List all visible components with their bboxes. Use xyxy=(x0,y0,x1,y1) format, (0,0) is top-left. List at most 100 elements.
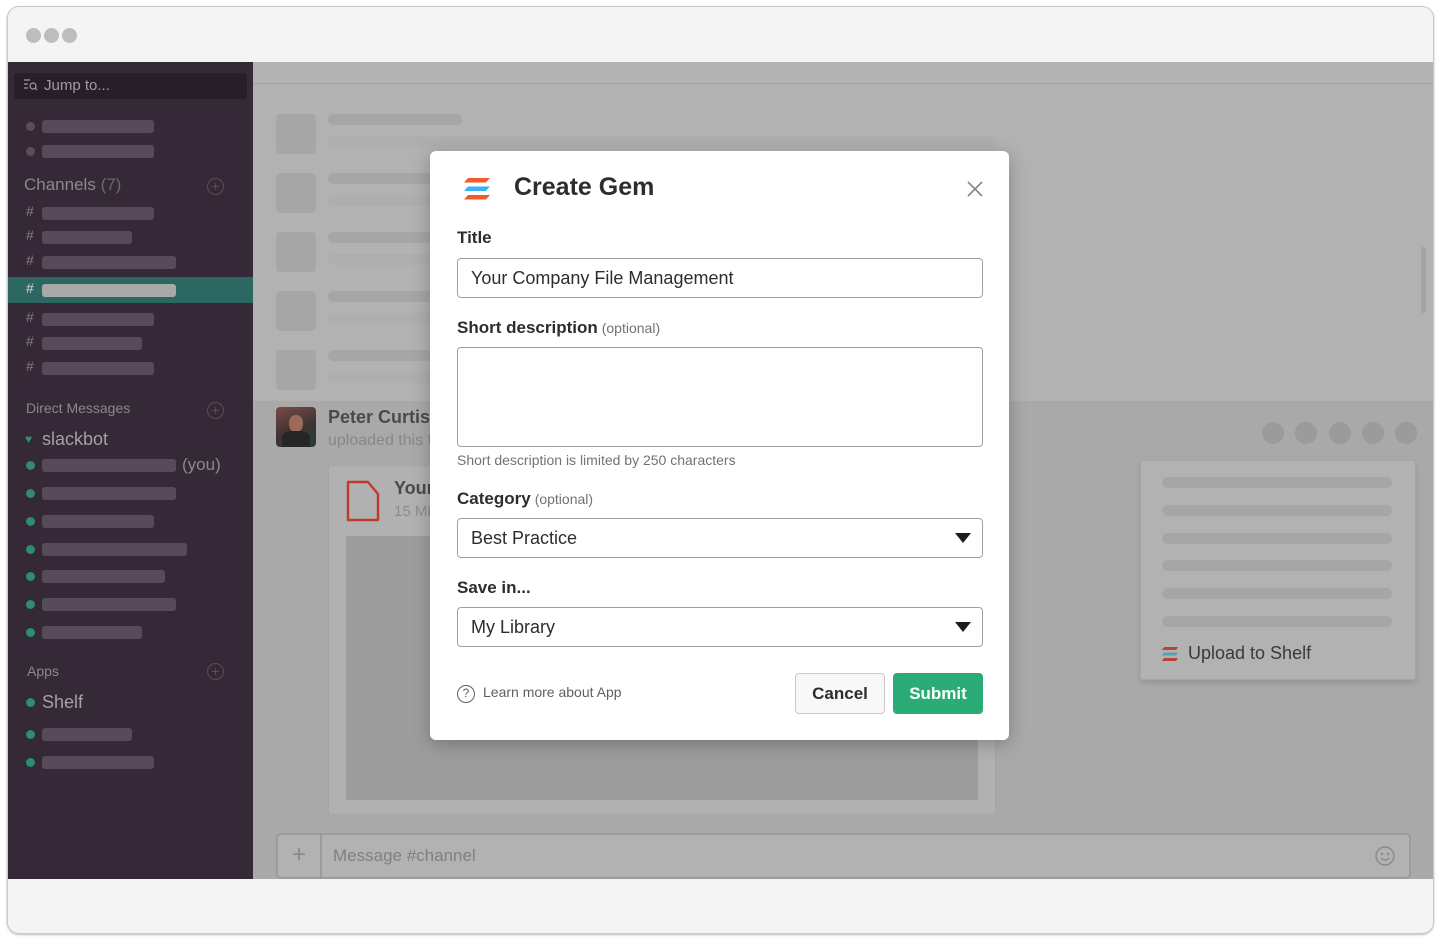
menu-item-placeholder[interactable] xyxy=(1162,533,1392,544)
direct-messages-heading[interactable]: Direct Messages xyxy=(26,400,130,416)
hash-icon: # xyxy=(26,358,34,374)
message-input[interactable]: Message #channel xyxy=(333,835,476,877)
placeholder-bar xyxy=(42,313,154,326)
sidebar-channel[interactable]: # xyxy=(8,225,253,249)
placeholder-bar xyxy=(42,543,187,556)
learn-more-label: Learn more about App xyxy=(483,684,622,700)
menu-item-placeholder[interactable] xyxy=(1162,477,1392,488)
hash-icon: # xyxy=(26,333,34,349)
sidebar-dm[interactable] xyxy=(8,592,253,616)
placeholder-avatar xyxy=(276,232,316,272)
short-description-label: Short description (optional) xyxy=(457,318,660,338)
sidebar-dm[interactable] xyxy=(8,620,253,644)
menu-item-placeholder[interactable] xyxy=(1162,560,1392,571)
placeholder-bar xyxy=(42,728,132,741)
sidebar-item[interactable] xyxy=(8,114,253,138)
short-description-input[interactable] xyxy=(457,347,983,447)
maximize-window-button[interactable] xyxy=(62,28,77,43)
minimize-window-button[interactable] xyxy=(44,28,59,43)
sidebar-channel-active[interactable]: # xyxy=(8,277,253,303)
menu-item-placeholder[interactable] xyxy=(1162,505,1392,516)
sidebar-channel[interactable]: # xyxy=(8,201,253,225)
jump-to-search[interactable]: Jump to... xyxy=(14,73,247,99)
cancel-button[interactable]: Cancel xyxy=(795,673,885,714)
hash-icon: # xyxy=(26,309,34,325)
upload-to-shelf-menu-item[interactable]: Upload to Shelf xyxy=(1162,643,1311,664)
channels-heading[interactable]: Channels (7) xyxy=(24,175,121,195)
short-description-label-text: Short description xyxy=(457,318,598,337)
sidebar-dm[interactable] xyxy=(8,509,253,533)
sidebar-channel[interactable]: # xyxy=(8,356,253,380)
placeholder-avatar xyxy=(276,173,316,213)
title-input[interactable] xyxy=(457,258,983,298)
menu-item-placeholder[interactable] xyxy=(1162,588,1392,599)
learn-more-link[interactable]: ? Learn more about App xyxy=(457,684,622,703)
scrollbar-thumb[interactable] xyxy=(1421,247,1426,313)
presence-dot xyxy=(26,461,35,470)
placeholder-bar xyxy=(42,487,176,500)
sidebar-dm[interactable] xyxy=(8,537,253,561)
presence-dot xyxy=(26,545,35,554)
presence-dot xyxy=(26,572,35,581)
hash-icon: # xyxy=(26,280,34,296)
sidebar-channel[interactable]: # xyxy=(8,307,253,331)
placeholder-bar xyxy=(42,284,176,297)
status-dot xyxy=(26,147,35,156)
add-channel-icon[interactable]: + xyxy=(207,178,224,195)
sidebar-dm-self[interactable]: (you) xyxy=(8,453,253,477)
presence-dot xyxy=(26,517,35,526)
sidebar-dm-slackbot[interactable]: ♥ slackbot xyxy=(8,427,253,451)
sidebar-dm[interactable] xyxy=(8,481,253,505)
title-label: Title xyxy=(457,228,492,247)
placeholder-bar xyxy=(42,337,142,350)
window-footer xyxy=(8,879,1433,933)
category-select[interactable]: Best Practice xyxy=(457,518,983,558)
sidebar-app[interactable] xyxy=(8,750,253,774)
shelf-logo-icon xyxy=(464,178,490,200)
placeholder-bar xyxy=(42,231,132,244)
presence-dot xyxy=(26,730,35,739)
placeholder-bar xyxy=(42,120,154,133)
close-window-button[interactable] xyxy=(26,28,41,43)
attach-plus-icon[interactable]: + xyxy=(278,835,322,877)
sidebar-app[interactable] xyxy=(8,722,253,746)
add-dm-icon[interactable]: + xyxy=(207,402,224,419)
category-selected-value: Best Practice xyxy=(471,528,578,548)
sidebar-channel[interactable]: # xyxy=(8,250,253,274)
caret-down-icon xyxy=(955,622,971,632)
presence-dot xyxy=(26,758,35,767)
help-icon: ? xyxy=(457,685,475,703)
close-icon[interactable] xyxy=(965,179,985,199)
message-author[interactable]: Peter Curtis xyxy=(328,407,430,428)
sidebar-item[interactable] xyxy=(8,139,253,163)
avatar[interactable] xyxy=(276,407,316,447)
search-icon xyxy=(24,79,38,91)
placeholder-bar xyxy=(42,515,154,528)
hash-icon: # xyxy=(26,203,34,219)
apps-heading[interactable]: Apps xyxy=(27,663,59,679)
add-app-icon[interactable]: + xyxy=(207,663,224,680)
shelf-app-label: Shelf xyxy=(42,692,84,712)
sidebar-app-shelf[interactable]: Shelf xyxy=(8,690,253,714)
sidebar-channel[interactable]: # xyxy=(8,331,253,355)
hash-icon: # xyxy=(26,252,34,268)
optional-tag: (optional) xyxy=(534,491,594,507)
placeholder-bar xyxy=(42,145,154,158)
sidebar-dm[interactable] xyxy=(8,564,253,588)
placeholder-bar xyxy=(42,570,165,583)
create-gem-dialog: Create Gem Title Short description(optio… xyxy=(430,151,1009,740)
shelf-logo-icon xyxy=(1162,647,1178,661)
save-in-label: Save in... xyxy=(457,578,531,597)
emoji-icon[interactable] xyxy=(1375,846,1395,866)
save-in-select[interactable]: My Library xyxy=(457,607,983,647)
presence-dot xyxy=(26,489,35,498)
channels-heading-label: Channels xyxy=(24,175,96,194)
hash-icon: # xyxy=(26,227,34,243)
presence-dot xyxy=(26,600,35,609)
message-composer: + Message #channel xyxy=(276,833,1411,879)
menu-item-placeholder[interactable] xyxy=(1162,616,1392,627)
submit-button[interactable]: Submit xyxy=(893,673,983,714)
slackbot-label: slackbot xyxy=(42,429,109,449)
placeholder-avatar xyxy=(276,291,316,331)
optional-tag: (optional) xyxy=(601,320,661,336)
